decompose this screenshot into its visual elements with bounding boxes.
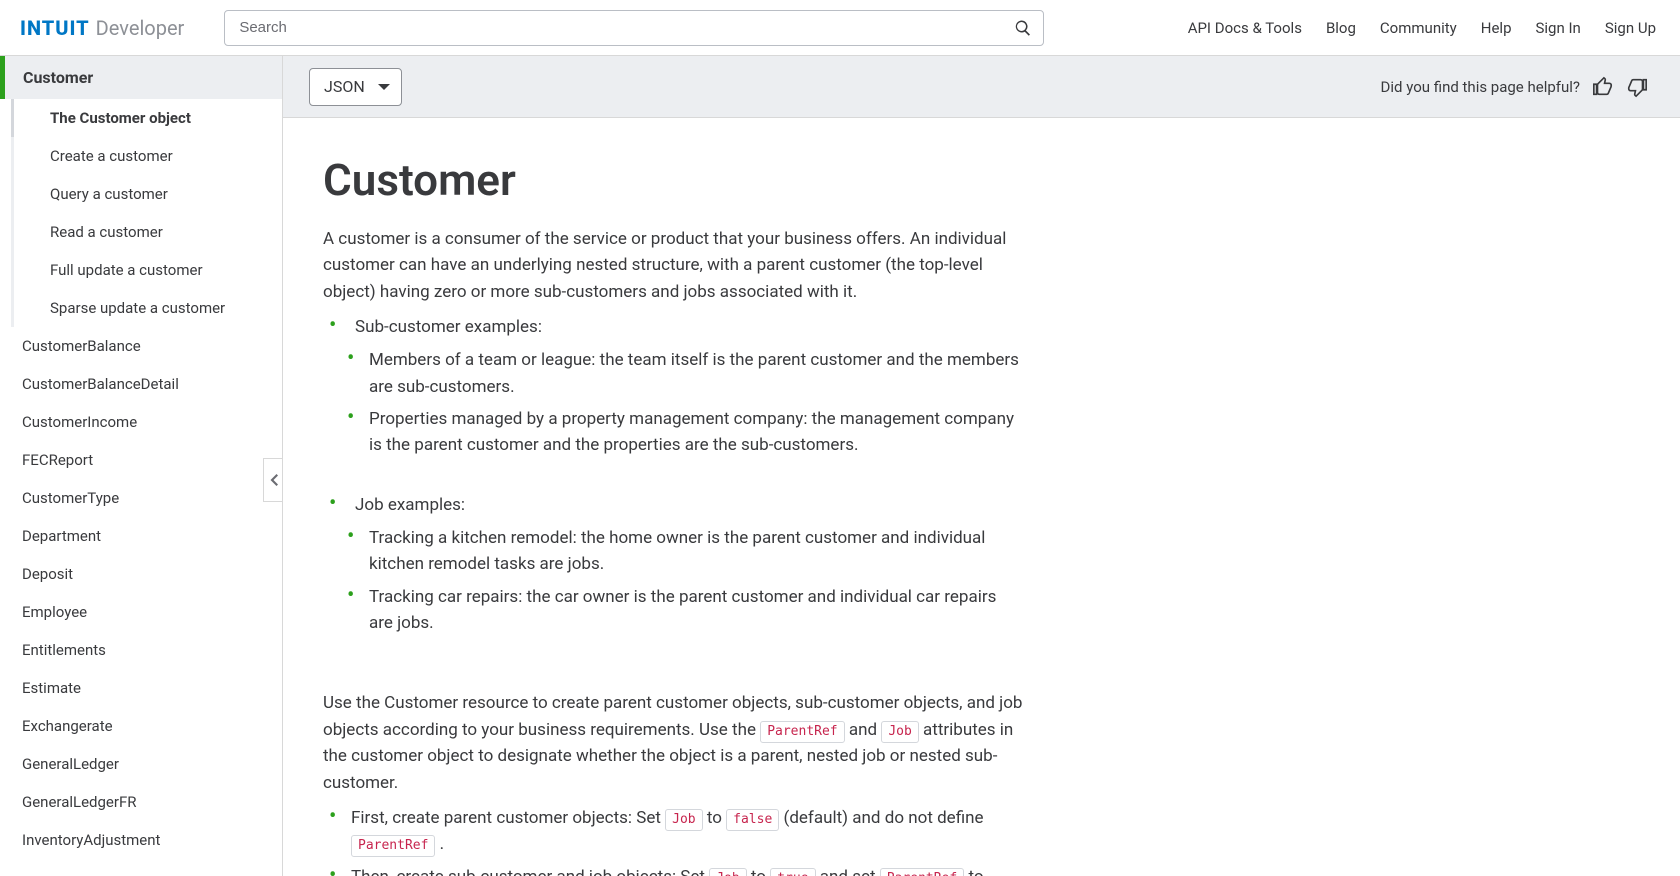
chip-false: false (726, 809, 779, 831)
nav-sign-up[interactable]: Sign Up (1605, 19, 1656, 37)
chip-job-2: Job (665, 809, 702, 831)
sidebar-sub-full-update-a-customer[interactable]: Full update a customer (11, 251, 282, 289)
sidebar-item-generalledgerfr[interactable]: GeneralLedgerFR (0, 783, 282, 821)
sidebar-item-entitlements[interactable]: Entitlements (0, 631, 282, 669)
feedback-prompt: Did you find this page helpful? (1381, 78, 1580, 96)
chip-job: Job (881, 721, 918, 743)
main: JSON Did you find this page helpful? Cus… (283, 56, 1680, 876)
chip-job-3: Job (709, 868, 746, 876)
chip-parentref-2: ParentRef (351, 835, 435, 857)
usage-paragraph: Use the Customer resource to create pare… (323, 690, 1023, 795)
steps-list: First, create parent customer objects: S… (323, 802, 1023, 876)
sidebar-item-inventoryadjustment[interactable]: InventoryAdjustment (0, 821, 282, 859)
nav-blog[interactable]: Blog (1326, 19, 1356, 37)
sidebar-collapse-button[interactable] (263, 458, 283, 502)
subcustomer-label: Sub-customer examples: (351, 314, 1023, 340)
nav-api-docs[interactable]: API Docs & Tools (1188, 19, 1302, 37)
feedback: Did you find this page helpful? (1381, 76, 1648, 98)
logo[interactable]: INTUIT Developer (20, 16, 184, 40)
chip-parentref-3: ParentRef (880, 868, 964, 876)
sidebar-item-generalledger[interactable]: GeneralLedger (0, 745, 282, 783)
search-icon[interactable] (1014, 19, 1032, 37)
sidebar-sub-read-a-customer[interactable]: Read a customer (11, 213, 282, 251)
step-1c: (default) and do not define (784, 808, 984, 828)
step-1a: First, create parent customer objects: S… (351, 808, 665, 828)
sidebar-item-customertype[interactable]: CustomerType (0, 479, 282, 517)
step-2c: and set (820, 867, 880, 876)
sidebar-sub-query-a-customer[interactable]: Query a customer (11, 175, 282, 213)
nav-links: API Docs & Tools Blog Community Help Sig… (1188, 19, 1656, 37)
sidebar-sub-sparse-update-a-customer[interactable]: Sparse update a customer (11, 289, 282, 327)
subcustomer-examples: Sub-customer examples: Members of a team… (347, 311, 1023, 489)
sidebar-item-department[interactable]: Department (0, 517, 282, 555)
step-1d: . (440, 834, 444, 854)
job-label: Job examples: (351, 492, 1023, 518)
sidebar-item-customerincome[interactable]: CustomerIncome (0, 403, 282, 441)
step-2a: Then, create sub-customer and job object… (351, 867, 709, 876)
step-2b: to (751, 867, 770, 876)
usage-text-2: and (849, 720, 881, 740)
sidebar-item-exchangerate[interactable]: Exchangerate (0, 707, 282, 745)
nav-sign-in[interactable]: Sign In (1536, 19, 1581, 37)
thumbs-down-icon[interactable] (1626, 76, 1648, 98)
search-wrap (224, 10, 1044, 46)
page-title: Customer (323, 154, 1023, 206)
job-bullet-1: Tracking a kitchen remodel: the home own… (365, 522, 1023, 581)
sidebar[interactable]: Customer The Customer object Create a cu… (0, 56, 283, 876)
nav-help[interactable]: Help (1481, 19, 1512, 37)
job-bullet-2: Tracking car repairs: the car owner is t… (365, 581, 1023, 640)
chevron-left-icon (270, 474, 278, 486)
job-bullets: Tracking a kitchen remodel: the home own… (351, 522, 1023, 639)
format-select-value: JSON (324, 77, 365, 96)
thumbs-up-icon[interactable] (1592, 76, 1614, 98)
subcustomer-bullets: Members of a team or league: the team it… (351, 344, 1023, 461)
content: Customer A customer is a consumer of the… (283, 118, 1023, 876)
toolbar: JSON Did you find this page helpful? (283, 56, 1680, 118)
logo-suffix: Developer (96, 16, 185, 40)
step-1b: to (707, 808, 726, 828)
sidebar-sub-create-a-customer[interactable]: Create a customer (11, 137, 282, 175)
nav-community[interactable]: Community (1380, 19, 1457, 37)
chip-true: true (770, 868, 815, 876)
subcustomer-bullet-1: Members of a team or league: the team it… (365, 344, 1023, 403)
sidebar-item-customerbalance[interactable]: CustomerBalance (0, 327, 282, 365)
intro-paragraph: A customer is a consumer of the service … (323, 226, 1023, 305)
step-1: First, create parent customer objects: S… (347, 802, 1023, 861)
header: INTUIT Developer API Docs & Tools Blog C… (0, 0, 1680, 56)
examples-list: Sub-customer examples: Members of a team… (323, 311, 1023, 666)
search-input[interactable] (224, 10, 1044, 46)
sidebar-item-customerbalancedetail[interactable]: CustomerBalanceDetail (0, 365, 282, 403)
sidebar-sub-the-customer-object[interactable]: The Customer object (11, 99, 282, 137)
format-select[interactable]: JSON (309, 68, 402, 106)
step-2: Then, create sub-customer and job object… (347, 861, 1023, 876)
chevron-down-icon (377, 80, 391, 94)
sidebar-item-deposit[interactable]: Deposit (0, 555, 282, 593)
logo-brand: INTUIT (20, 16, 90, 40)
chip-parentref: ParentRef (760, 721, 844, 743)
sidebar-item-estimate[interactable]: Estimate (0, 669, 282, 707)
sidebar-section-customer[interactable]: Customer (0, 56, 282, 99)
subcustomer-bullet-2: Properties managed by a property managem… (365, 403, 1023, 462)
sidebar-subsection: The Customer object Create a customer Qu… (0, 99, 282, 327)
job-examples: Job examples: Tracking a kitchen remodel… (347, 489, 1023, 667)
sidebar-item-fecreport[interactable]: FECReport (0, 441, 282, 479)
sidebar-item-employee[interactable]: Employee (0, 593, 282, 631)
